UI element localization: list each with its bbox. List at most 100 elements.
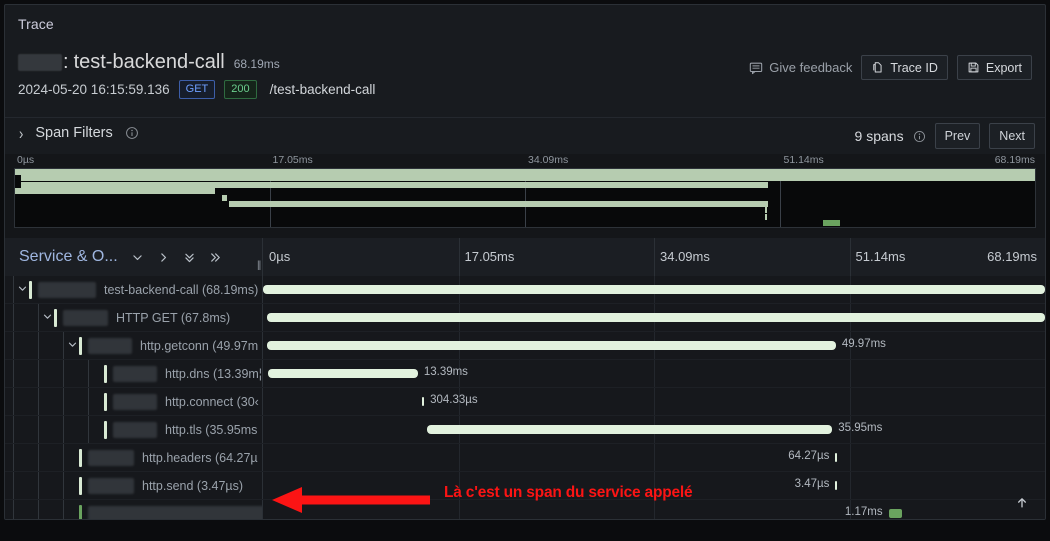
scroll-to-top-button[interactable] bbox=[1015, 496, 1029, 513]
span-row-bar-cell[interactable]: 13.39ms bbox=[263, 360, 1045, 387]
collapse-span-icon[interactable] bbox=[15, 283, 29, 297]
give-feedback-link[interactable]: Give feedback bbox=[749, 60, 852, 75]
spans-info-icon[interactable] bbox=[913, 130, 926, 143]
minimap-row bbox=[15, 175, 1035, 182]
span-duration-bar[interactable] bbox=[267, 341, 836, 350]
span-row[interactable]: http.dns (13.39m¦ 13.39ms bbox=[5, 360, 1045, 388]
collapse-span-icon[interactable] bbox=[65, 339, 79, 353]
span-row[interactable]: http.tls (35.95ms 35.95ms bbox=[5, 416, 1045, 444]
span-service-color-bar bbox=[79, 504, 82, 519]
trace-duration: 68.19ms bbox=[233, 57, 280, 71]
span-row-bar-cell[interactable]: 35.95ms bbox=[263, 416, 1045, 443]
span-duration-bar[interactable] bbox=[263, 285, 1045, 294]
minimap-bar bbox=[20, 181, 769, 188]
trace-header-actions: Give feedback Trace ID Export bbox=[749, 55, 1032, 80]
column-resize-handle[interactable]: || bbox=[257, 260, 261, 271]
minimap-bar bbox=[20, 175, 1035, 182]
timeline-gridline bbox=[654, 360, 655, 387]
span-row[interactable]: http.send (3.47µs) 3.47µs bbox=[5, 472, 1045, 500]
service-name-redacted bbox=[18, 54, 62, 71]
span-filters-toggle[interactable]: › Span Filters bbox=[19, 123, 139, 143]
export-button[interactable]: Export bbox=[956, 55, 1032, 80]
minimap-bar bbox=[15, 188, 215, 195]
trace-title-row: : test-backend-call 68.19ms bbox=[18, 51, 280, 74]
span-operation-label: http.connect (30‹ bbox=[165, 394, 259, 409]
timeline-tick: 51.14ms bbox=[855, 249, 906, 264]
span-row[interactable]: HTTP GET (67.8ms) bbox=[5, 304, 1045, 332]
span-row-bar-cell[interactable]: 64.27µs bbox=[263, 444, 1045, 471]
prev-span-button[interactable]: Prev bbox=[934, 123, 981, 149]
span-duration-bar[interactable] bbox=[427, 425, 833, 434]
span-row-bar-cell[interactable]: 49.97ms bbox=[263, 332, 1045, 359]
minimap-tick: 34.09ms bbox=[528, 154, 569, 166]
span-row-label-cell[interactable]: http.send (3.47µs) bbox=[5, 472, 263, 499]
minimap-row bbox=[15, 188, 1035, 195]
next-span-button[interactable]: Next bbox=[989, 123, 1035, 149]
minimap-tick: 0µs bbox=[17, 154, 35, 166]
timeline-gridline bbox=[458, 500, 460, 519]
span-duration-bar[interactable] bbox=[835, 453, 838, 462]
span-row-label-cell[interactable] bbox=[5, 500, 263, 519]
chevron-right-icon[interactable] bbox=[157, 251, 170, 264]
indent-guide bbox=[38, 416, 39, 443]
info-circle-icon[interactable] bbox=[125, 126, 139, 140]
indent-guide bbox=[63, 500, 64, 519]
timeline-ticks: 0µs 17.05ms 34.09ms 51.14ms 68.19ms bbox=[263, 238, 1045, 276]
span-operation-label: http.tls (35.95ms bbox=[165, 422, 258, 437]
indent-guide bbox=[38, 472, 39, 499]
span-row-label-cell[interactable]: test-backend-call (68.19ms) bbox=[5, 276, 263, 303]
span-duration-bar[interactable] bbox=[421, 397, 424, 406]
span-row-label-cell[interactable]: http.connect (30‹ bbox=[5, 388, 263, 415]
minimap-row bbox=[15, 201, 1035, 207]
span-rows-container[interactable]: test-backend-call (68.19ms) HTTP GET (67.… bbox=[5, 276, 1045, 519]
span-row[interactable]: http.getconn (49.97m 49.97ms bbox=[5, 332, 1045, 360]
span-row-label-cell[interactable]: http.tls (35.95ms bbox=[5, 416, 263, 443]
span-row-bar-cell[interactable] bbox=[263, 304, 1045, 331]
span-duration-bar[interactable] bbox=[888, 509, 902, 518]
span-filters-bar: › Span Filters 9 spans Prev Next bbox=[5, 117, 1045, 155]
indent-guide bbox=[13, 332, 14, 359]
minimap-body[interactable] bbox=[14, 168, 1036, 228]
span-row[interactable]: http.headers (64.27µ 64.27µs bbox=[5, 444, 1045, 472]
span-row-bar-cell[interactable] bbox=[263, 276, 1045, 303]
indent-guide bbox=[38, 444, 39, 471]
timeline-separator bbox=[849, 238, 851, 276]
double-chevron-down-icon[interactable] bbox=[183, 251, 196, 264]
timeline-gridline bbox=[849, 388, 851, 415]
minimap-tick: 51.14ms bbox=[783, 154, 824, 166]
collapse-span-icon[interactable] bbox=[40, 311, 54, 325]
span-duration-bar[interactable] bbox=[835, 481, 838, 490]
span-row[interactable]: http.connect (30‹ 304.33µs bbox=[5, 388, 1045, 416]
span-row-label-cell[interactable]: HTTP GET (67.8ms) bbox=[5, 304, 263, 331]
service-name-redacted bbox=[88, 505, 262, 519]
span-row-label-cell[interactable]: http.headers (64.27µ bbox=[5, 444, 263, 471]
timeline-separator bbox=[1045, 238, 1046, 276]
trace-minimap[interactable]: 0µs 17.05ms 34.09ms 51.14ms 68.19ms bbox=[5, 154, 1045, 238]
minimap-row bbox=[15, 169, 1035, 175]
trace-id-button[interactable]: Trace ID bbox=[861, 55, 948, 80]
span-service-color-bar bbox=[104, 420, 107, 439]
timeline-gridline bbox=[654, 472, 655, 499]
span-row-label-cell[interactable]: http.getconn (49.97m bbox=[5, 332, 263, 359]
span-row[interactable]: test-backend-call (68.19ms) bbox=[5, 276, 1045, 304]
span-row-bar-cell[interactable]: 304.33µs bbox=[263, 388, 1045, 415]
span-duration-bar[interactable] bbox=[267, 313, 1045, 322]
span-row-bar-cell[interactable]: 3.47µs bbox=[263, 472, 1045, 499]
span-duration-label: 3.47µs bbox=[794, 478, 830, 490]
span-row[interactable]: 1.17ms bbox=[5, 500, 1045, 519]
indent-guide bbox=[13, 304, 14, 331]
service-name-redacted bbox=[88, 449, 134, 466]
minimap-tick: 17.05ms bbox=[272, 154, 313, 166]
save-icon bbox=[967, 61, 980, 74]
indent-guide bbox=[63, 388, 64, 415]
indent-guide bbox=[38, 388, 39, 415]
span-row-bar-cell[interactable]: 1.17ms bbox=[263, 500, 1045, 519]
indent-guide bbox=[63, 332, 64, 359]
span-duration-bar[interactable] bbox=[267, 369, 418, 378]
chevron-down-icon[interactable] bbox=[131, 251, 144, 264]
span-row-label-cell[interactable]: http.dns (13.39m¦ bbox=[5, 360, 263, 387]
minimap-row bbox=[15, 220, 1035, 227]
double-chevron-right-icon[interactable] bbox=[209, 251, 222, 264]
span-duration-label: 304.33µs bbox=[430, 394, 478, 406]
chevron-right-icon: › bbox=[19, 123, 24, 143]
